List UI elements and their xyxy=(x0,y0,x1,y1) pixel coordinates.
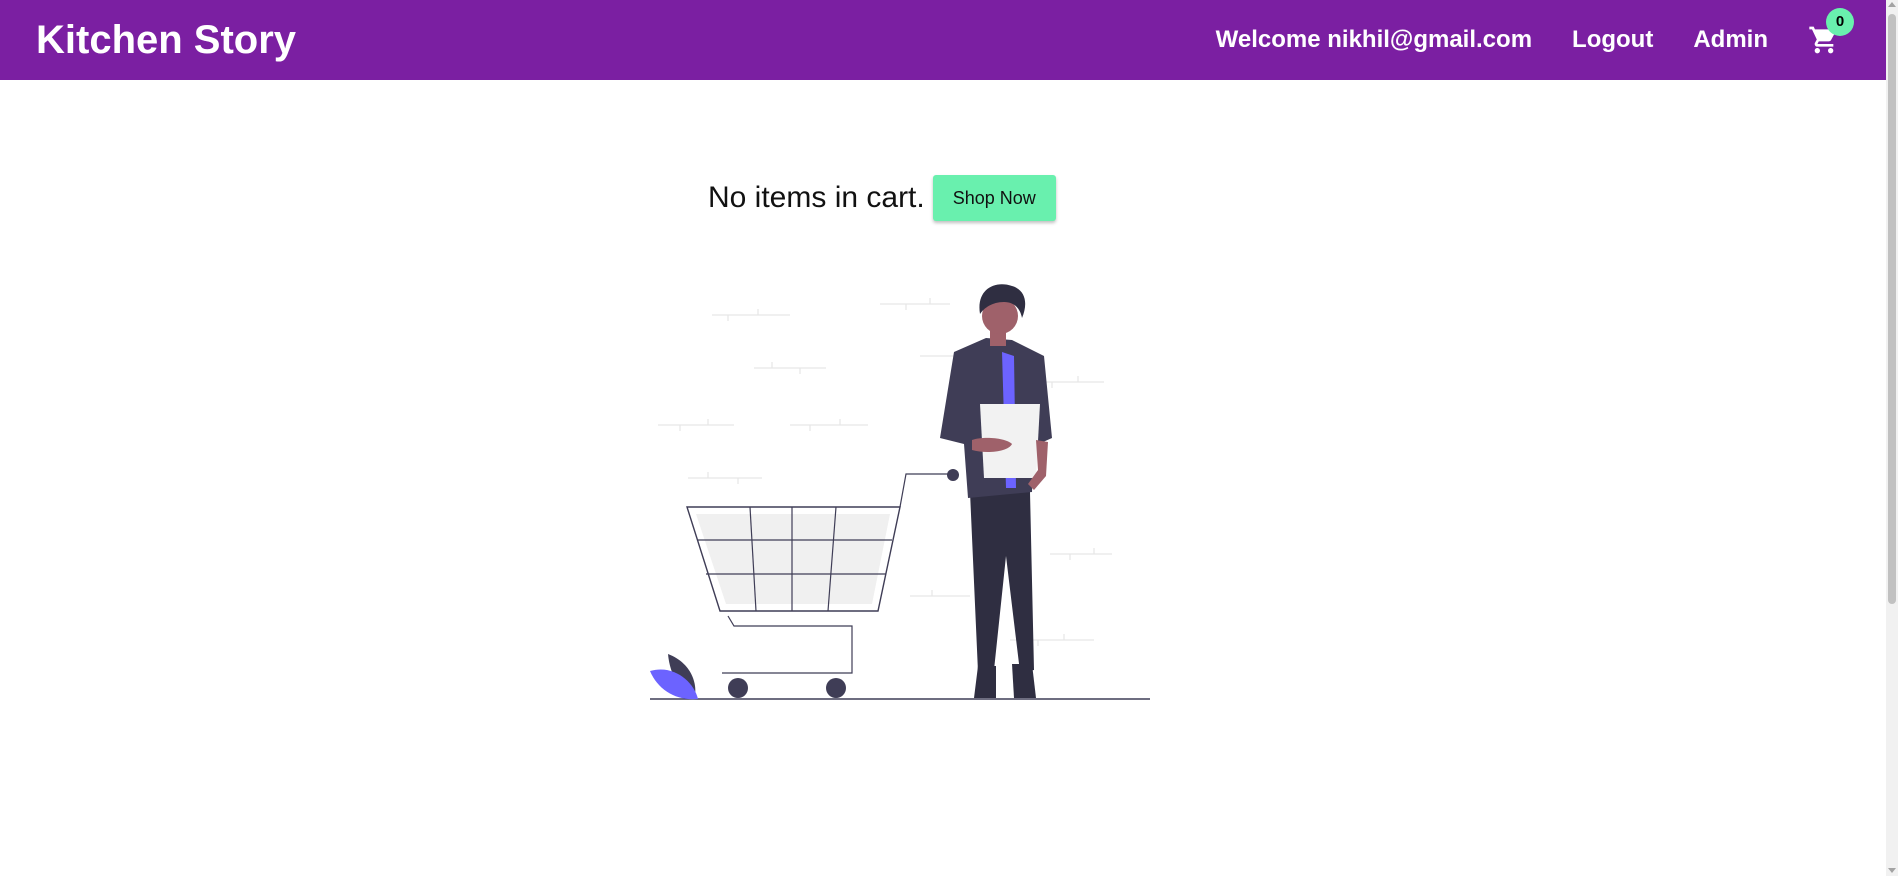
scrollbar-thumb[interactable] xyxy=(1888,14,1896,604)
scroll-up-arrow-icon[interactable] xyxy=(1888,2,1896,7)
top-navbar: Kitchen Story Welcome nikhil@gmail.com L… xyxy=(0,0,1886,80)
navbar-right-group: Welcome nikhil@gmail.com Logout Admin 0 xyxy=(1216,0,1886,80)
empty-cart-message: No items in cart. xyxy=(708,181,925,214)
cart-count-badge: 0 xyxy=(1826,8,1854,36)
welcome-text: Welcome nikhil@gmail.com xyxy=(1215,26,1533,53)
cart-button[interactable]: 0 xyxy=(1808,8,1854,56)
admin-link[interactable]: Admin xyxy=(1693,26,1768,54)
shop-now-button[interactable]: Shop Now xyxy=(932,175,1056,221)
empty-cart-illustration-svg xyxy=(650,284,1150,700)
brand-title[interactable]: Kitchen Story xyxy=(36,18,296,62)
empty-cart-row: No items in cart. Shop Now xyxy=(708,175,1056,221)
page-scrollbar[interactable] xyxy=(1886,0,1898,876)
logout-link[interactable]: Logout xyxy=(1572,26,1653,54)
scroll-down-arrow-icon[interactable] xyxy=(1888,868,1896,873)
empty-cart-illustration xyxy=(650,280,1152,702)
